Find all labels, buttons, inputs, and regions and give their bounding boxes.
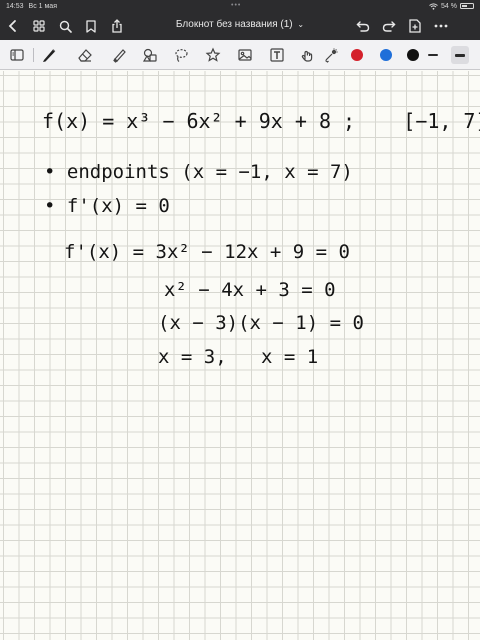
color-swatch-blue[interactable] bbox=[380, 49, 392, 61]
back-icon[interactable] bbox=[4, 17, 22, 35]
handwritten-derivative-equation: f'(x) = 3x² − 12x + 9 = 0 bbox=[64, 241, 350, 263]
status-right: 54 % bbox=[429, 3, 474, 10]
bookmark-icon[interactable] bbox=[82, 17, 100, 35]
lasso-icon[interactable] bbox=[172, 46, 190, 64]
sticker-icon[interactable] bbox=[204, 46, 222, 64]
toolbar-divider bbox=[33, 48, 34, 62]
multitask-dots[interactable]: ••• bbox=[231, 2, 241, 9]
more-icon[interactable] bbox=[432, 17, 450, 35]
color-swatch-red[interactable] bbox=[351, 49, 363, 61]
redo-icon[interactable] bbox=[380, 17, 398, 35]
drawing-toolbar bbox=[0, 40, 480, 70]
wifi-icon bbox=[429, 2, 438, 10]
handwritten-function-line: f(x) = x³ − 6x² + 9x + 8 ; [−1, 7] bbox=[42, 109, 480, 133]
handwritten-simplified-equation: x² − 4x + 3 = 0 bbox=[164, 279, 336, 301]
text-box-icon[interactable] bbox=[268, 46, 286, 64]
chevron-down-icon[interactable]: ⌄ bbox=[297, 20, 304, 29]
stroke-width-medium[interactable] bbox=[451, 46, 469, 64]
scroll-icon[interactable] bbox=[298, 46, 316, 64]
battery-icon bbox=[460, 3, 474, 9]
status-bar: 14:53 Вс 1 мая ••• 54 % bbox=[0, 0, 480, 12]
stroke-width-thin[interactable] bbox=[424, 46, 442, 64]
document-title[interactable]: Блокнот без названия (1) bbox=[176, 19, 293, 30]
note-page-canvas[interactable]: f(x) = x³ − 6x² + 9x + 8 ; [−1, 7] • end… bbox=[0, 71, 480, 640]
share-icon[interactable] bbox=[108, 17, 126, 35]
handwritten-endpoints-line: • endpoints (x = −1, x = 7) bbox=[44, 161, 353, 183]
status-date: Вс 1 мая bbox=[28, 2, 57, 10]
image-icon[interactable] bbox=[236, 46, 254, 64]
sidebar-toggle-icon[interactable] bbox=[8, 46, 26, 64]
handwritten-factored-equation: (x − 3)(x − 1) = 0 bbox=[158, 312, 364, 334]
shapes-icon[interactable] bbox=[141, 46, 159, 64]
undo-icon[interactable] bbox=[354, 17, 372, 35]
navigation-bar: Блокнот без названия (1) ⌄ bbox=[0, 12, 480, 40]
eraser-icon[interactable] bbox=[76, 46, 94, 64]
color-swatch-black[interactable] bbox=[407, 49, 419, 61]
laser-pointer-icon[interactable] bbox=[322, 46, 340, 64]
grid-icon[interactable] bbox=[30, 17, 48, 35]
handwritten-solutions: x = 3, x = 1 bbox=[158, 346, 319, 368]
highlighter-icon[interactable] bbox=[110, 46, 128, 64]
pen-icon[interactable] bbox=[40, 46, 58, 64]
search-icon[interactable] bbox=[56, 17, 74, 35]
handwritten-derivative-condition: • f'(x) = 0 bbox=[44, 195, 170, 217]
battery-percent: 54 % bbox=[441, 2, 457, 10]
add-page-icon[interactable] bbox=[406, 17, 424, 35]
status-time: 14:53 bbox=[6, 2, 24, 10]
status-left: 14:53 Вс 1 мая bbox=[6, 3, 57, 10]
